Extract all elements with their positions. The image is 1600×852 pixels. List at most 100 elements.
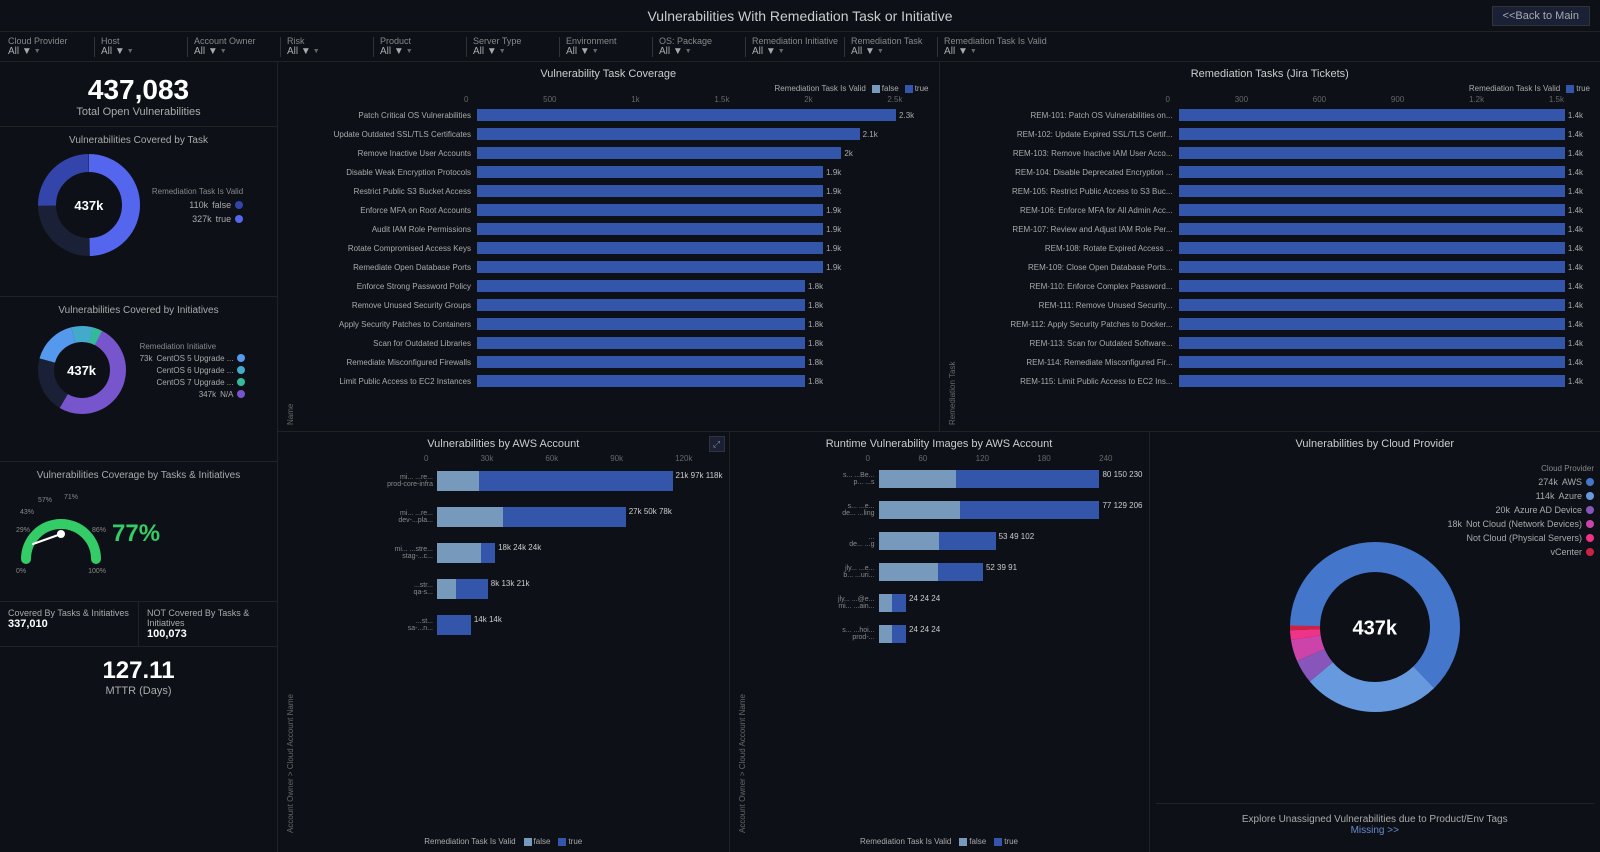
rt-bar-fill xyxy=(1179,375,1565,387)
vtc-bar-row: Remove Unused Security Groups1.8k xyxy=(297,296,933,314)
filter-task-valid[interactable]: Remediation Task Is Valid All ▼ xyxy=(944,36,1047,57)
filter-cloud-provider-label: Cloud Provider xyxy=(8,36,88,46)
legend-na: 347k N/A xyxy=(140,390,246,399)
rt-bar-row: REM-107: Review and Adjust IAM Role Per.… xyxy=(959,220,1595,238)
explore-link[interactable]: Missing >> xyxy=(1166,825,1585,836)
runtime-account-label: jly... ...e...b... ...uri... xyxy=(749,565,879,579)
filter-cloud-provider-select[interactable]: All ▼ xyxy=(8,46,88,57)
filter-task-valid-select[interactable]: All ▼ xyxy=(944,46,1047,57)
filter-rem-initiative-select[interactable]: All ▼ xyxy=(752,46,838,57)
filter-remediation-task[interactable]: Remediation Task All ▼ xyxy=(851,36,931,57)
filter-account-owner-select[interactable]: All ▼ xyxy=(194,46,274,57)
filter-host[interactable]: Host All ▼ xyxy=(101,36,181,57)
legend-centos7-label: CentOS 7 Upgrade ... xyxy=(156,378,233,387)
filter-rem-task-select[interactable]: All ▼ xyxy=(851,46,931,57)
divider2 xyxy=(187,37,188,57)
filter-product-label: Product xyxy=(380,36,460,46)
rt-bar-label: REM-112: Apply Security Patches to Docke… xyxy=(959,320,1179,329)
rt-bar-value: 1.4k xyxy=(1568,320,1583,329)
filter-server-type[interactable]: Server Type All ▼ xyxy=(473,36,553,57)
filter-product[interactable]: Product All ▼ xyxy=(380,36,460,57)
runtime-bar-track: 52 39 91 xyxy=(879,563,1143,581)
runtime-y-axis: Account Owner > Cloud Account Name xyxy=(736,465,749,833)
vtc-bar-track: 2.3k xyxy=(477,109,933,121)
right-content: Vulnerability Task Coverage Remediation … xyxy=(278,62,1600,852)
rt-bar-track: 1.4k xyxy=(1179,109,1595,121)
runtime-bar-values: 80 150 230 xyxy=(1102,470,1142,488)
rt-bar-track: 1.4k xyxy=(1179,128,1595,140)
aws-bar-true xyxy=(456,579,488,599)
runtime-legend-false: false xyxy=(969,837,986,846)
vtc-bar-label: Remove Inactive User Accounts xyxy=(297,149,477,158)
filter-product-select[interactable]: All ▼ xyxy=(380,46,460,57)
aws-account-label: mi... ...re...dev-...pla... xyxy=(297,510,437,524)
coverage-stats: Covered By Tasks & Initiatives 337,010 N… xyxy=(0,602,277,647)
filter-risk-select[interactable]: All ▼ xyxy=(287,46,367,57)
rt-bar-fill xyxy=(1179,337,1565,349)
aws-bar-true xyxy=(481,543,496,563)
vtc-bar-track: 1.8k xyxy=(477,280,933,292)
covered-tasks-value: 337,010 xyxy=(8,618,130,630)
runtime-legend: Remediation Task Is Valid false true xyxy=(736,837,1143,846)
vtc-bar-fill xyxy=(477,223,823,235)
filter-host-select[interactable]: All ▼ xyxy=(101,46,181,57)
rt-bar-row: REM-104: Disable Deprecated Encryption .… xyxy=(959,163,1595,181)
filter-risk[interactable]: Risk All ▼ xyxy=(287,36,367,57)
rt-bar-track: 1.4k xyxy=(1179,223,1595,235)
vtc-bar-row: Scan for Outdated Libraries1.8k xyxy=(297,334,933,352)
legend-centos7-dot xyxy=(237,378,245,386)
back-button[interactable]: <<Back to Main xyxy=(1492,6,1590,26)
filter-environment[interactable]: Environment All ▼ xyxy=(566,36,646,57)
filter-environment-select[interactable]: All ▼ xyxy=(566,46,646,57)
rt-bar-track: 1.4k xyxy=(1179,318,1595,330)
runtime-bar-false xyxy=(879,470,956,488)
vtc-bar-track: 1.8k xyxy=(477,375,933,387)
vtc-y-axis: Name xyxy=(284,106,297,425)
runtime-bar-row: s... ...hoi...prod-...24 24 24 xyxy=(749,620,1143,648)
vtc-bar-row: Remove Inactive User Accounts2k xyxy=(297,144,933,162)
remediation-tasks-title: Remediation Tasks (Jira Tickets) xyxy=(946,68,1595,80)
not-covered-value: 100,073 xyxy=(147,628,269,640)
rt-bar-label: REM-104: Disable Deprecated Encryption .… xyxy=(959,168,1179,177)
vtc-bar-fill xyxy=(477,166,823,178)
aws-bar-row: mi... ...re...dev-...pla...27k 50k 78k xyxy=(297,501,723,533)
total-vuln-card: 437,083 Total Open Vulnerabilities xyxy=(0,62,277,127)
filter-server-type-select[interactable]: All ▼ xyxy=(473,46,553,57)
aws-expand-btn[interactable]: ⤢ xyxy=(709,436,725,452)
legend-true: 327k true xyxy=(152,214,243,224)
rt-bar-track: 1.4k xyxy=(1179,166,1595,178)
vtc-chart-area: Name Patch Critical OS Vulnerabilities2.… xyxy=(284,106,933,425)
filter-account-owner[interactable]: Account Owner All ▼ xyxy=(194,36,274,57)
filter-os-package[interactable]: OS: Package All ▼ xyxy=(659,36,739,57)
remediation-tasks-panel: Remediation Tasks (Jira Tickets) Remedia… xyxy=(940,62,1600,431)
rt-bar-label: REM-109: Close Open Database Ports... xyxy=(959,263,1179,272)
legend-false: 110k false xyxy=(152,200,243,210)
cloud-donut-center: 437k xyxy=(1353,617,1398,640)
initiatives-donut-center: 437k xyxy=(67,363,96,378)
rt-bar-value: 1.4k xyxy=(1568,339,1583,348)
divider8 xyxy=(745,37,746,57)
vtc-bar-label: Disable Weak Encryption Protocols xyxy=(297,168,477,177)
vtc-bar-label: Update Outdated SSL/TLS Certificates xyxy=(297,130,477,139)
vtc-bar-fill xyxy=(477,261,823,273)
rt-bar-track: 1.4k xyxy=(1179,337,1595,349)
rt-bar-track: 1.4k xyxy=(1179,356,1595,368)
runtime-bar-true xyxy=(960,501,1099,519)
vtc-bar-fill xyxy=(477,280,805,292)
covered-by-task-title: Vulnerabilities Covered by Task xyxy=(8,135,269,146)
vtc-bar-label: Audit IAM Role Permissions xyxy=(297,225,477,234)
filter-cloud-provider[interactable]: Cloud Provider All ▼ xyxy=(8,36,88,57)
vtc-bar-value: 1.8k xyxy=(808,358,823,367)
not-cloud-net-dot xyxy=(1586,520,1594,528)
filter-remediation-initiative[interactable]: Remediation Initiative All ▼ xyxy=(752,36,838,57)
rt-chart-area: Remediation Task REM-101: Patch OS Vulne… xyxy=(946,106,1595,425)
aws-legend-true: true xyxy=(568,837,582,846)
aws-account-panel: Vulnerabilities by AWS Account ⤢ 030k60k… xyxy=(278,432,730,852)
rt-bar-value: 1.4k xyxy=(1568,244,1583,253)
vtc-bar-fill xyxy=(477,337,805,349)
vtc-bar-label: Remove Unused Security Groups xyxy=(297,301,477,310)
filter-os-package-select[interactable]: All ▼ xyxy=(659,46,739,57)
vtc-bar-label: Scan for Outdated Libraries xyxy=(297,339,477,348)
rt-bar-fill xyxy=(1179,223,1565,235)
vtc-bar-track: 1.9k xyxy=(477,242,933,254)
